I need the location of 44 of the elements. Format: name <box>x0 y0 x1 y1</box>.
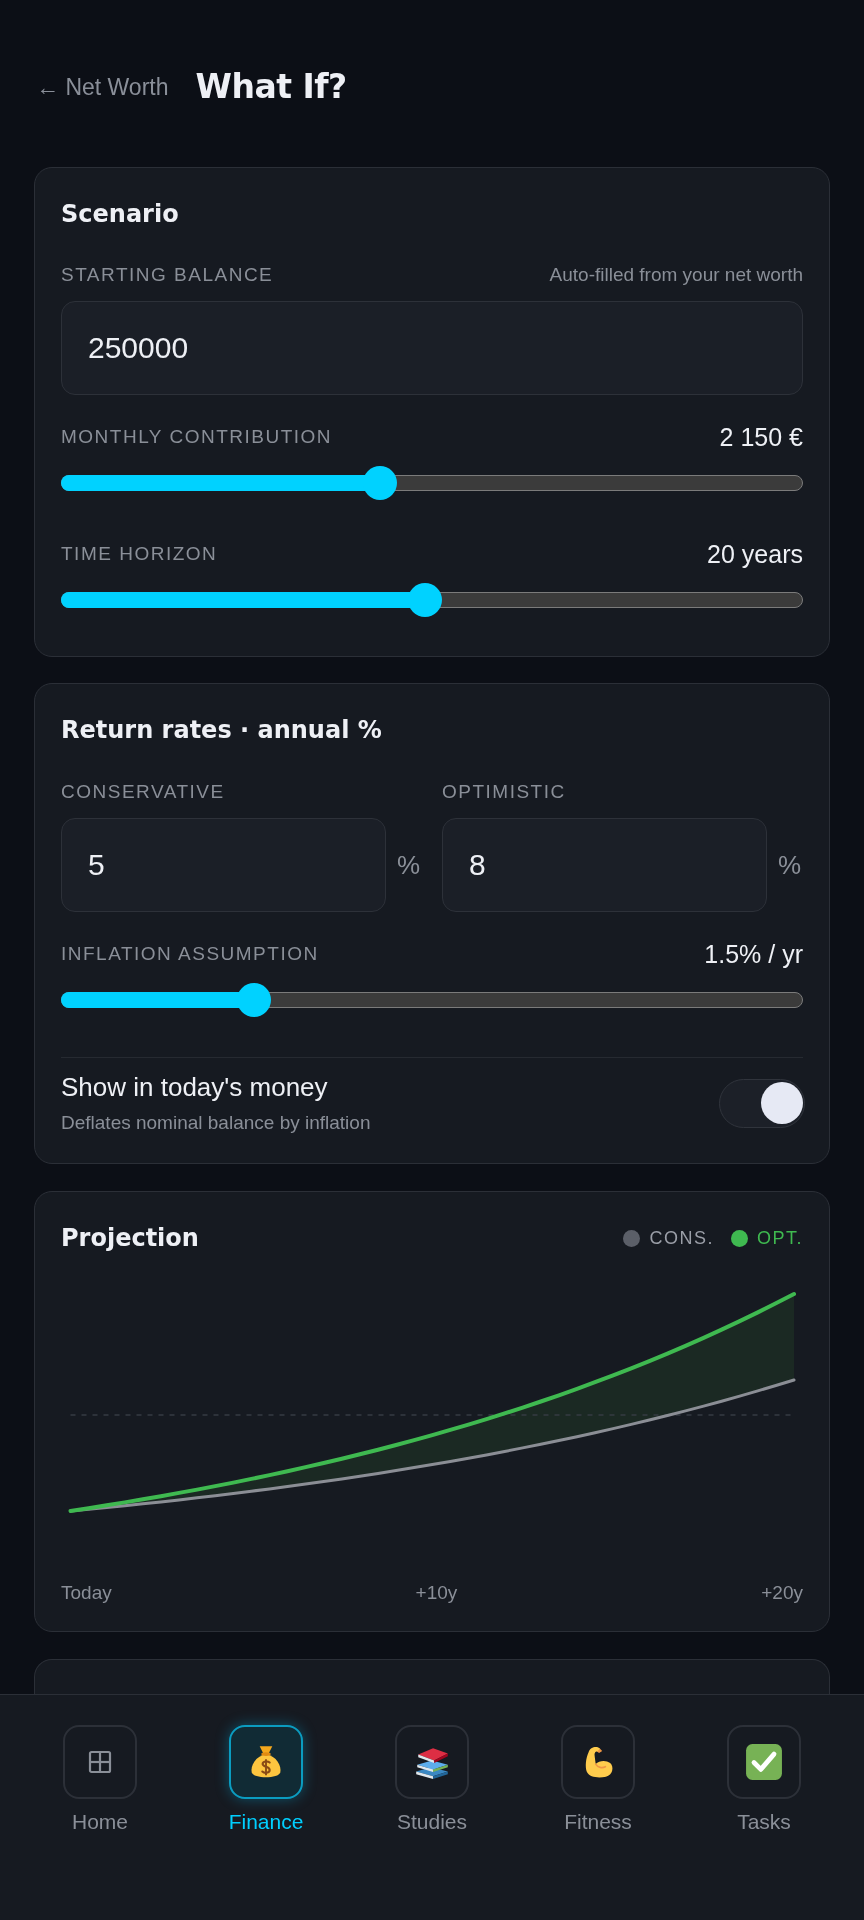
slider-track[interactable] <box>61 583 803 617</box>
starting-balance-input[interactable]: 250000 <box>61 301 803 395</box>
money-bag-icon <box>229 1725 303 1799</box>
check-mark-icon <box>727 1725 801 1799</box>
slider-reading: 1.5% / yr <box>704 940 803 968</box>
slider-reading: 2 150 € <box>719 423 803 451</box>
rate-input[interactable]: 5 <box>61 818 386 912</box>
rate-input[interactable]: 8 <box>442 818 767 912</box>
toggle-description: Deflates nominal balance by inflation <box>61 1111 371 1135</box>
slider-track[interactable] <box>61 466 803 500</box>
card-title: Projection <box>61 1223 199 1254</box>
page-title: What If? <box>195 66 347 108</box>
slider-label: TIME HORIZON <box>61 542 218 566</box>
nav-tab[interactable]: Home <box>63 1725 137 1834</box>
field-note: Auto-filled from your net worth <box>549 263 803 287</box>
books-icon <box>395 1725 469 1799</box>
nav-tab[interactable]: Tasks <box>727 1725 801 1834</box>
slider-label: MONTHLY CONTRIBUTION <box>61 425 333 449</box>
rate-label: CONSERVATIVE <box>61 780 225 804</box>
nav-tab[interactable]: Studies <box>395 1725 469 1834</box>
slider-thumb[interactable] <box>236 983 271 1017</box>
x-axis-label: +10y <box>415 1581 458 1605</box>
legend-label: CONS. <box>649 1227 714 1250</box>
grid-icon <box>63 1725 137 1799</box>
toggle-switch[interactable] <box>719 1078 805 1128</box>
nav-tab[interactable]: Finance <box>228 1725 304 1834</box>
card-title: Scenario <box>61 199 180 230</box>
x-axis-label: +20y <box>761 1581 803 1605</box>
slider-thumb[interactable] <box>363 466 398 500</box>
x-axis-label: Today <box>61 1581 112 1605</box>
legend-label: OPT. <box>757 1227 803 1250</box>
slider-track[interactable] <box>61 983 803 1017</box>
flexed-arm-icon <box>561 1725 635 1799</box>
rate-label: OPTIMISTIC <box>442 780 566 804</box>
card-title: Return rates · annual % <box>61 715 383 746</box>
slider-thumb[interactable] <box>407 583 442 617</box>
back-link[interactable]: ← Net Worth <box>36 73 169 101</box>
percent-unit: % <box>778 850 803 880</box>
slider-label: INFLATION ASSUMPTION <box>61 942 319 966</box>
percent-unit: % <box>397 850 422 880</box>
slider-reading: 20 years <box>707 540 803 568</box>
nav-tab[interactable]: Fitness <box>561 1725 635 1834</box>
toggle-title: Show in today's money <box>61 1071 329 1103</box>
field-label: STARTING BALANCE <box>61 263 274 287</box>
